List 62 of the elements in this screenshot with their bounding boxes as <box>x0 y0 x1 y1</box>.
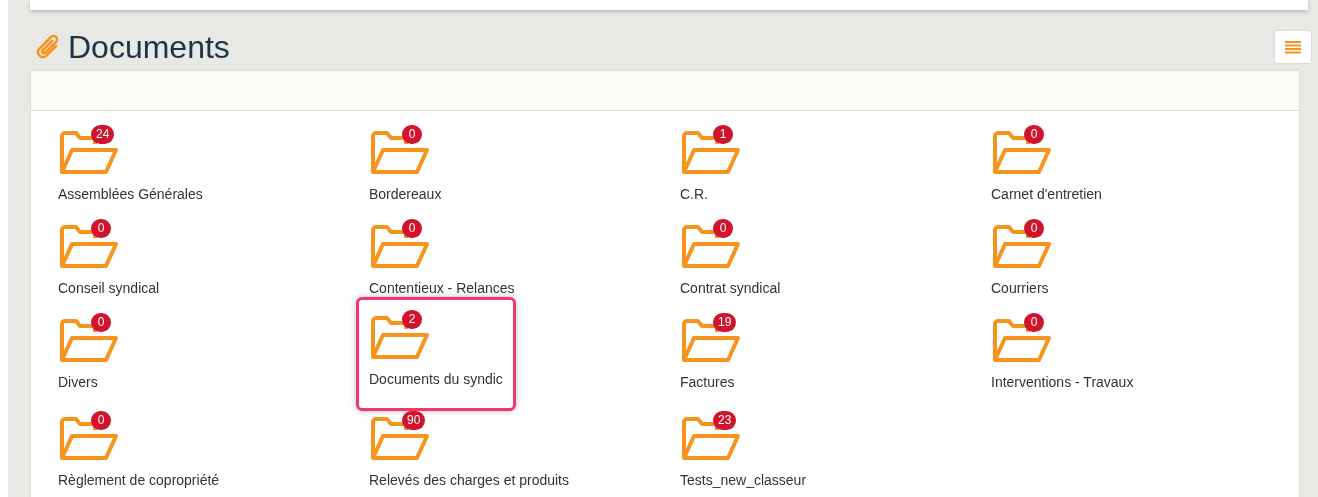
folder-label: Courriers <box>991 279 1049 298</box>
count-badge: 0 <box>402 219 422 238</box>
folder-item[interactable]: 0 Conseil syndical <box>45 219 173 313</box>
folder-item[interactable]: 24 Assemblées Générales <box>45 125 216 219</box>
count-badge: 0 <box>91 313 111 332</box>
count-badge: 0 <box>91 411 111 430</box>
folder-icon <box>991 222 1053 270</box>
list-view-button[interactable] <box>1274 30 1312 64</box>
count-badge: 0 <box>1024 313 1044 332</box>
folder-icon <box>369 128 431 176</box>
folder-item[interactable]: 0 Courriers <box>978 219 1070 313</box>
folder-icon <box>58 414 120 462</box>
folder-label: C.R. <box>680 185 708 204</box>
count-badge: 0 <box>1024 125 1044 144</box>
count-badge: 1 <box>713 125 733 144</box>
folder-label: Conseil syndical <box>58 279 160 298</box>
folder-icon <box>369 414 431 462</box>
count-badge: 23 <box>713 411 737 430</box>
folder-icon <box>680 128 742 176</box>
count-badge: 0 <box>713 219 733 238</box>
folder-label: Interventions - Travaux <box>991 373 1134 392</box>
count-badge: 2 <box>402 310 422 329</box>
folder-label: Tests_new_classeur <box>680 471 807 490</box>
folder-icon <box>58 316 120 364</box>
folder-item[interactable]: 90 Relevés des charges et produits <box>356 411 582 497</box>
folder-item[interactable]: 0 Carnet d'entretien <box>978 125 1115 219</box>
folder-icon <box>991 128 1053 176</box>
folder-item[interactable]: 0 Règlement de copropriété <box>45 411 233 497</box>
folder-item[interactable]: 0 Bordereaux <box>356 125 455 219</box>
list-icon <box>1285 40 1301 54</box>
page-title: Documents <box>68 31 230 63</box>
folder-icon <box>58 128 120 176</box>
count-badge: 90 <box>402 411 426 430</box>
folder-icon <box>680 316 742 364</box>
folder-label: Règlement de copropriété <box>58 471 220 490</box>
folder-icon <box>58 222 120 270</box>
folder-icon <box>369 222 431 270</box>
folder-label: Assemblées Générales <box>58 185 203 204</box>
folder-label: Documents du syndic <box>369 370 503 389</box>
folder-item[interactable]: 1 C.R. <box>667 125 759 219</box>
count-badge: 19 <box>713 313 737 332</box>
folder-item[interactable]: 19 Factures <box>667 313 759 407</box>
folder-label: Relevés des charges et produits <box>369 471 569 490</box>
count-badge: 0 <box>91 219 111 238</box>
folder-item[interactable]: 2 Documents du syndic <box>356 297 516 411</box>
count-badge: 24 <box>91 125 115 144</box>
folder-item[interactable]: 0 Interventions - Travaux <box>978 313 1147 407</box>
folder-label: Factures <box>680 373 735 392</box>
folder-icon <box>680 222 742 270</box>
folder-item[interactable]: 0 Contrat syndical <box>667 219 794 313</box>
folder-label: Contrat syndical <box>680 279 781 298</box>
folder-item[interactable]: 0 Divers <box>45 313 137 407</box>
folder-label: Contentieux - Relances <box>369 279 515 298</box>
folder-label: Divers <box>58 373 98 392</box>
folder-item[interactable]: 23 Tests_new_classeur <box>667 411 820 497</box>
folder-icon <box>369 313 431 361</box>
folder-label: Carnet d'entretien <box>991 185 1102 204</box>
count-badge: 0 <box>402 125 422 144</box>
count-badge: 0 <box>1024 219 1044 238</box>
folder-icon <box>991 316 1053 364</box>
folder-label: Bordereaux <box>369 185 442 204</box>
folder-icon <box>680 414 742 462</box>
